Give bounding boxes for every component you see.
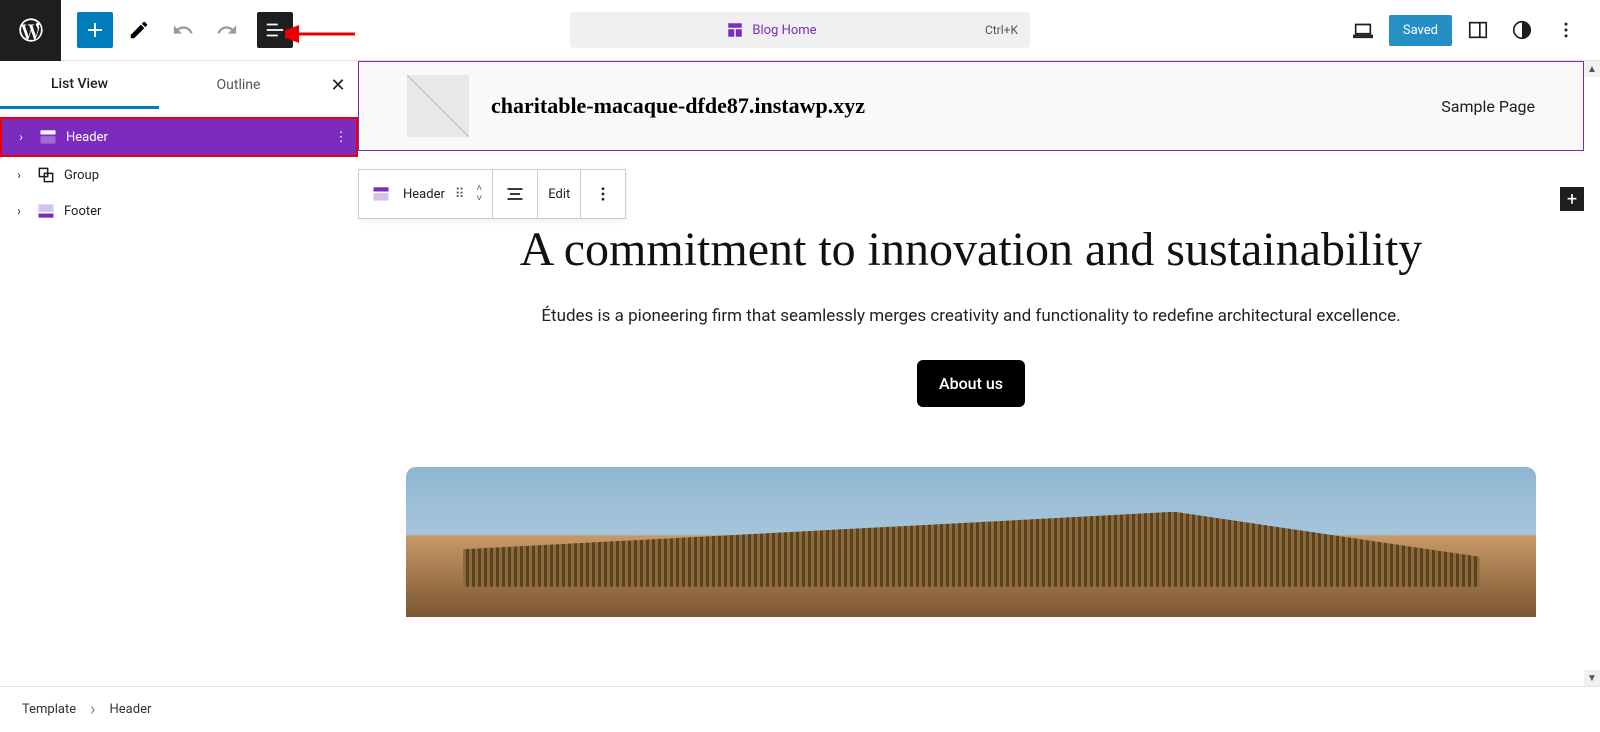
toolbar-left [61,12,293,48]
hero-image[interactable] [406,467,1536,617]
list-item-label: Group [64,168,358,183]
page-content: A commitment to innovation and sustainab… [358,151,1584,617]
group-block-icon [34,163,58,187]
site-title[interactable]: charitable-macaque-dfde87.instawp.xyz [491,93,865,119]
chevron-right-icon: › [90,699,95,720]
annotation-highlight: › Header ⋮ [0,117,358,157]
edit-button[interactable]: Edit [548,187,570,202]
redo-button[interactable] [209,12,245,48]
template-label: Blog Home [570,21,973,39]
scroll-down-icon[interactable]: ▼ [1584,670,1600,686]
hero-paragraph[interactable]: Études is a pioneering firm that seamles… [358,303,1584,330]
block-toolbar: Header ⠿ ˄˅ Edit [358,169,626,219]
save-button[interactable]: Saved [1389,15,1452,46]
item-options-button[interactable]: ⋮ [326,130,356,145]
close-panel-button[interactable]: ✕ [318,75,358,96]
list-item-label: Footer [64,204,358,219]
block-breadcrumb: Template › Header [0,686,1600,732]
view-button[interactable] [1345,12,1381,48]
about-us-button[interactable]: About us [917,360,1025,407]
scrollbar[interactable]: ▲ ▼ [1584,61,1600,686]
chevron-right-icon[interactable]: › [12,130,30,144]
styles-button[interactable] [1504,12,1540,48]
wordpress-logo[interactable] [0,0,61,61]
undo-button[interactable] [165,12,201,48]
chevron-right-icon[interactable]: › [10,204,28,218]
list-item-group[interactable]: › Group [0,157,358,193]
breadcrumb-current[interactable]: Header [110,702,152,717]
tools-button[interactable] [121,12,157,48]
toolbar-right: Saved [1345,12,1600,48]
options-button[interactable] [1548,12,1584,48]
align-button[interactable] [503,182,527,206]
hero-heading[interactable]: A commitment to innovation and sustainab… [358,221,1584,279]
editor-canvas: ▲ ▼ charitable-macaque-dfde87.instawp.xy… [358,61,1600,686]
block-options-button[interactable] [591,182,615,206]
chevron-right-icon[interactable]: › [10,168,28,182]
annotation-arrow [285,24,355,44]
add-block-inline-button[interactable]: + [1560,187,1584,211]
add-block-button[interactable] [77,12,113,48]
site-logo-placeholder[interactable] [407,75,469,137]
tab-list-view[interactable]: List View [0,62,159,109]
header-template-part[interactable]: charitable-macaque-dfde87.instawp.xyz Sa… [358,61,1584,151]
list-item-header[interactable]: › Header ⋮ [2,119,356,155]
drag-handle[interactable]: ⠿ [455,187,467,202]
command-center[interactable]: Blog Home Ctrl+K [570,12,1030,48]
document-overview-panel: List View Outline ✕ › Header ⋮ › Group › [0,61,358,686]
scroll-up-icon[interactable]: ▲ [1584,61,1600,77]
settings-panel-button[interactable] [1460,12,1496,48]
list-item-label: Header [66,130,326,145]
breadcrumb-root[interactable]: Template [22,702,76,717]
header-block-icon[interactable] [369,182,393,206]
top-toolbar: Blog Home Ctrl+K Saved [0,0,1600,61]
footer-block-icon [34,199,58,223]
block-name-label: Header [403,187,445,202]
move-buttons[interactable]: ˄˅ [476,184,482,204]
header-block-icon [36,125,60,149]
template-name: Blog Home [752,23,816,38]
keyboard-shortcut: Ctrl+K [973,23,1030,37]
nav-link-sample-page[interactable]: Sample Page [1441,97,1535,116]
list-item-footer[interactable]: › Footer [0,193,358,229]
document-overview-button[interactable] [257,12,293,48]
tab-outline[interactable]: Outline [159,63,318,107]
